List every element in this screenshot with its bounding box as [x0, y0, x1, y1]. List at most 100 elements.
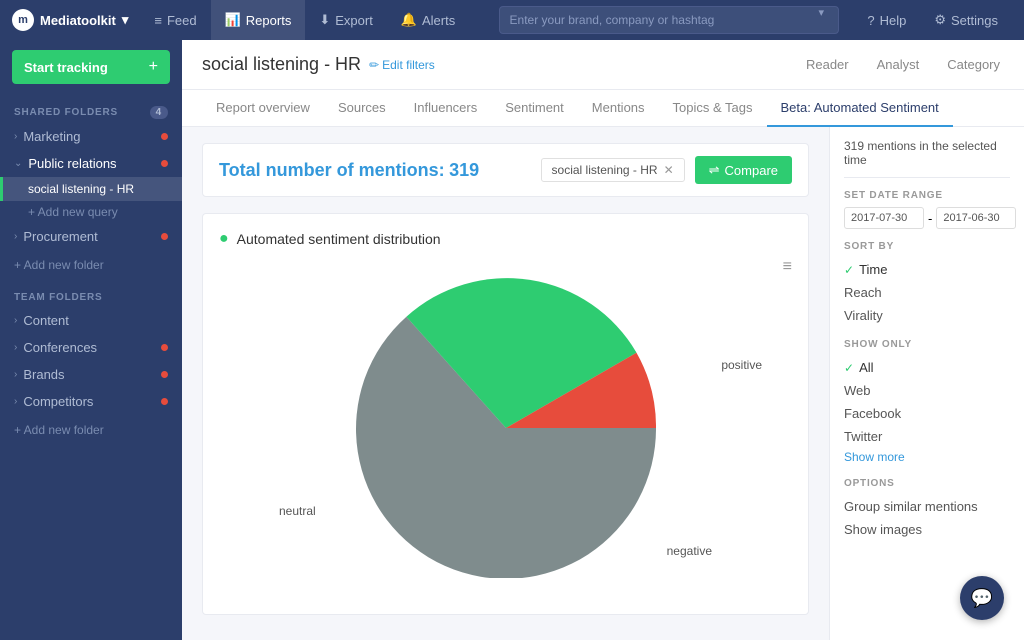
logo-icon: m: [12, 9, 34, 31]
nav-feed[interactable]: ≡ Feed: [140, 0, 210, 40]
feed-icon: ≡: [154, 13, 162, 28]
tab-category[interactable]: Category: [943, 57, 1004, 72]
date-to-input[interactable]: [936, 207, 1016, 229]
page-title: social listening - HR: [202, 54, 361, 75]
subtab-sentiment[interactable]: Sentiment: [491, 90, 578, 127]
sidebar-item-content[interactable]: › Content: [0, 307, 182, 334]
show-only-facebook[interactable]: Facebook: [844, 402, 1010, 425]
subtab-sources[interactable]: Sources: [324, 90, 400, 127]
pencil-icon: ✏: [369, 58, 379, 72]
center-panel: Total number of mentions: 319 social lis…: [182, 127, 829, 640]
nav-export[interactable]: ⬇ Export: [305, 0, 386, 40]
sort-time[interactable]: ✓ Time: [844, 258, 1010, 281]
chevron-right-icon-6: ›: [14, 396, 17, 407]
sidebar-item-marketing[interactable]: › Marketing: [0, 123, 182, 150]
chevron-right-icon-3: ›: [14, 315, 17, 326]
edit-filters-link[interactable]: ✏ Edit filters: [369, 58, 435, 72]
chart-icon: ●: [219, 230, 229, 248]
sidebar-item-competitors[interactable]: › Competitors: [0, 388, 182, 415]
nav-alerts[interactable]: 🔔 Alerts: [387, 0, 469, 40]
pr-dot: [161, 160, 168, 167]
search-input[interactable]: [499, 6, 839, 34]
reports-icon: 📊: [225, 12, 241, 28]
brands-dot: [161, 371, 168, 378]
nav-right: ? Help ⚙ Settings: [853, 0, 1012, 40]
sidebar: Start tracking + SHARED FOLDERS 4 › Mark…: [0, 40, 182, 640]
brand-logo[interactable]: m Mediatoolkit ▾: [12, 9, 140, 31]
date-range: -: [844, 207, 1010, 229]
mentions-header: Total number of mentions: 319 social lis…: [202, 143, 809, 197]
chevron-right-icon-4: ›: [14, 342, 17, 353]
right-panel: 319 mentions in the selected time SET DA…: [829, 127, 1024, 640]
total-mentions: Total number of mentions: 319: [219, 160, 479, 181]
mentions-count: 319: [449, 160, 479, 180]
chat-button[interactable]: 💬: [960, 576, 1004, 620]
main-content: Total number of mentions: 319 social lis…: [182, 127, 1024, 640]
sort-reach[interactable]: Reach: [844, 281, 1010, 304]
search-dropdown-arrow[interactable]: ▾: [819, 6, 825, 34]
subtab-beta-automated-sentiment[interactable]: Beta: Automated Sentiment: [767, 90, 953, 127]
option-show-images[interactable]: Show images: [844, 518, 1010, 541]
sidebar-item-public-relations[interactable]: ⌄ Public relations: [0, 150, 182, 177]
content-area: social listening - HR ✏ Edit filters Rea…: [182, 40, 1024, 640]
subtab-topics-tags[interactable]: Topics & Tags: [659, 90, 767, 127]
compare-button[interactable]: ⇌ Compare: [695, 156, 792, 184]
chart-menu-icon[interactable]: ≡: [783, 258, 792, 276]
tab-analyst[interactable]: Analyst: [873, 57, 924, 72]
start-tracking-button[interactable]: Start tracking +: [12, 50, 170, 84]
conferences-dot: [161, 344, 168, 351]
nav-items: ≡ Feed 📊 Reports ⬇ Export 🔔 Alerts: [140, 0, 469, 40]
sort-by-label: SORT BY: [844, 241, 1010, 252]
help-icon: ?: [867, 13, 874, 28]
date-separator: -: [928, 211, 932, 226]
show-more-link[interactable]: Show more: [844, 448, 1010, 466]
nav-settings[interactable]: ⚙ Settings: [920, 0, 1012, 40]
content-header: social listening - HR ✏ Edit filters Rea…: [182, 40, 1024, 90]
chevron-right-icon-5: ›: [14, 369, 17, 380]
chevron-down-icon: ⌄: [14, 158, 22, 169]
alerts-icon: 🔔: [401, 12, 417, 28]
top-nav: m Mediatoolkit ▾ ≡ Feed 📊 Reports ⬇ Expo…: [0, 0, 1024, 40]
negative-label: negative: [667, 544, 712, 558]
subtab-report-overview[interactable]: Report overview: [202, 90, 324, 127]
option-group-similar[interactable]: Group similar mentions: [844, 495, 1010, 518]
sidebar-item-brands[interactable]: › Brands: [0, 361, 182, 388]
date-from-input[interactable]: [844, 207, 924, 229]
pie-chart: [356, 278, 656, 578]
right-panel-mentions-info: 319 mentions in the selected time: [844, 139, 1010, 178]
sidebar-subitem-social-listening-hr[interactable]: social listening - HR: [0, 177, 182, 201]
procurement-dot: [161, 233, 168, 240]
brand-chevron: ▾: [122, 12, 129, 28]
title-area: social listening - HR ✏ Edit filters: [202, 54, 435, 75]
show-only-all[interactable]: ✓ All: [844, 356, 1010, 379]
filter-right: social listening - HR ✕ ⇌ Compare: [541, 156, 792, 184]
nav-help[interactable]: ? Help: [853, 0, 920, 40]
sidebar-item-procurement[interactable]: › Procurement: [0, 223, 182, 250]
chevron-right-icon-2: ›: [14, 231, 17, 242]
competitors-dot: [161, 398, 168, 405]
subtab-mentions[interactable]: Mentions: [578, 90, 659, 127]
subtab-influencers[interactable]: Influencers: [400, 90, 492, 127]
tab-reader[interactable]: Reader: [802, 57, 853, 72]
check-icon: ✓: [844, 263, 854, 277]
compare-icon: ⇌: [709, 162, 720, 178]
nav-reports[interactable]: 📊 Reports: [211, 0, 306, 40]
show-only-label: SHOW ONLY: [844, 339, 1010, 350]
chevron-right-icon: ›: [14, 131, 17, 142]
marketing-dot: [161, 133, 168, 140]
shared-folders-badge: 4: [150, 106, 168, 119]
team-folders-label: TEAM FOLDERS: [0, 280, 182, 307]
sub-tabs: Report overview Sources Influencers Sent…: [182, 90, 1024, 127]
add-new-query-link[interactable]: + Add new query: [0, 201, 182, 223]
show-only-web[interactable]: Web: [844, 379, 1010, 402]
filter-close-icon[interactable]: ✕: [664, 163, 674, 177]
add-new-team-folder-link[interactable]: + Add new folder: [0, 415, 182, 445]
chart-section: ● Automated sentiment distribution ≡: [202, 213, 809, 615]
add-new-shared-folder-link[interactable]: + Add new folder: [0, 250, 182, 280]
sidebar-item-conferences[interactable]: › Conferences: [0, 334, 182, 361]
main-layout: Start tracking + SHARED FOLDERS 4 › Mark…: [0, 40, 1024, 640]
show-only-twitter[interactable]: Twitter: [844, 425, 1010, 448]
export-icon: ⬇: [319, 12, 330, 28]
date-range-label: SET DATE RANGE: [844, 190, 1010, 201]
sort-virality[interactable]: Virality: [844, 304, 1010, 327]
